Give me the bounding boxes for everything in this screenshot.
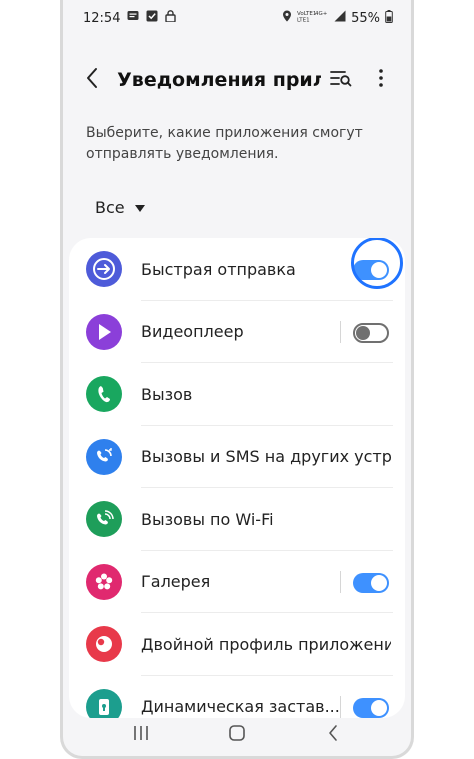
app-label: Двойной профиль приложений: [141, 634, 391, 654]
svg-text:VoLTE1: VoLTE1: [297, 11, 316, 17]
svg-text:4G+: 4G+: [315, 11, 328, 17]
lock-notification-icon: [165, 10, 177, 26]
list-item-dynamic-lock-screen[interactable]: Динамическая застав...: [69, 676, 405, 718]
app-list: Быстрая отправка Видеоплеер Вызов Вызовы…: [69, 238, 405, 718]
page-title: Уведомления прило...: [117, 69, 321, 91]
phone-icon: [86, 376, 122, 413]
recent-apps-button[interactable]: [117, 717, 165, 753]
filter-selected-label: Все: [95, 198, 125, 217]
recent-apps-icon: [132, 725, 150, 745]
location-icon: [282, 10, 292, 26]
home-button[interactable]: [213, 717, 261, 753]
list-item-dual-messenger[interactable]: Двойной профиль приложений: [69, 613, 405, 676]
battery-percent: 55%: [351, 10, 380, 26]
volte-network-icon: VoLTE1 4G+ LTE1: [297, 10, 329, 26]
list-search-icon: [330, 69, 352, 91]
battery-icon: [385, 9, 393, 27]
video-player-icon: [86, 313, 122, 350]
app-filter-dropdown[interactable]: Все: [95, 198, 145, 217]
status-time: 12:54: [83, 10, 121, 26]
home-icon: [228, 724, 246, 746]
list-item-phone[interactable]: Вызов: [69, 363, 405, 426]
list-item-calls-sms-other-devices[interactable]: Вызовы и SMS на других устр...: [69, 426, 405, 488]
back-arrow-icon: [85, 67, 99, 93]
navigation-bar: [63, 714, 411, 756]
description-text: Выберите, какие приложения смогут отправ…: [86, 125, 363, 162]
list-item-wifi-calling[interactable]: Вызовы по Wi-Fi: [69, 488, 405, 551]
dropdown-caret-icon: [134, 205, 145, 212]
app-label: Вызовы по Wi-Fi: [141, 509, 274, 529]
app-label: Вызов: [141, 384, 193, 404]
notification-toggle[interactable]: [353, 572, 389, 593]
dual-messenger-icon: [86, 626, 122, 663]
svg-text:LTE1: LTE1: [297, 18, 310, 23]
more-options-button[interactable]: [361, 60, 401, 100]
more-vertical-icon: [379, 69, 383, 91]
list-item-gallery[interactable]: Галерея: [69, 551, 405, 613]
back-button[interactable]: [69, 56, 115, 104]
checkbox-notification-icon: [146, 10, 158, 26]
list-item-video-player[interactable]: Видеоплеер: [69, 301, 405, 363]
app-label: Вызовы и SMS на других устр...: [141, 447, 391, 467]
status-bar: 12:54 VoLTE1 4G+ LTE1 55%: [63, 0, 411, 36]
signal-strength-icon: [334, 10, 346, 26]
notification-toggle[interactable]: [353, 260, 389, 280]
item-separator: [340, 320, 341, 343]
search-filter-button[interactable]: [321, 60, 361, 100]
back-nav-button[interactable]: [309, 717, 357, 753]
app-bar: Уведомления прило...: [63, 56, 411, 104]
message-notification-icon: [127, 10, 139, 26]
item-separator: [340, 570, 341, 593]
notification-toggle[interactable]: [353, 322, 389, 343]
phone-screen: 12:54 VoLTE1 4G+ LTE1 55% Уведомления пр…: [60, 0, 414, 759]
back-chevron-icon: [327, 724, 339, 746]
calls-sms-other-devices-icon: [86, 438, 122, 475]
wifi-calling-icon: [86, 501, 122, 538]
list-item-quick-share[interactable]: Быстрая отправка: [69, 238, 405, 301]
gallery-icon: [86, 563, 122, 600]
quick-share-icon: [86, 251, 122, 288]
